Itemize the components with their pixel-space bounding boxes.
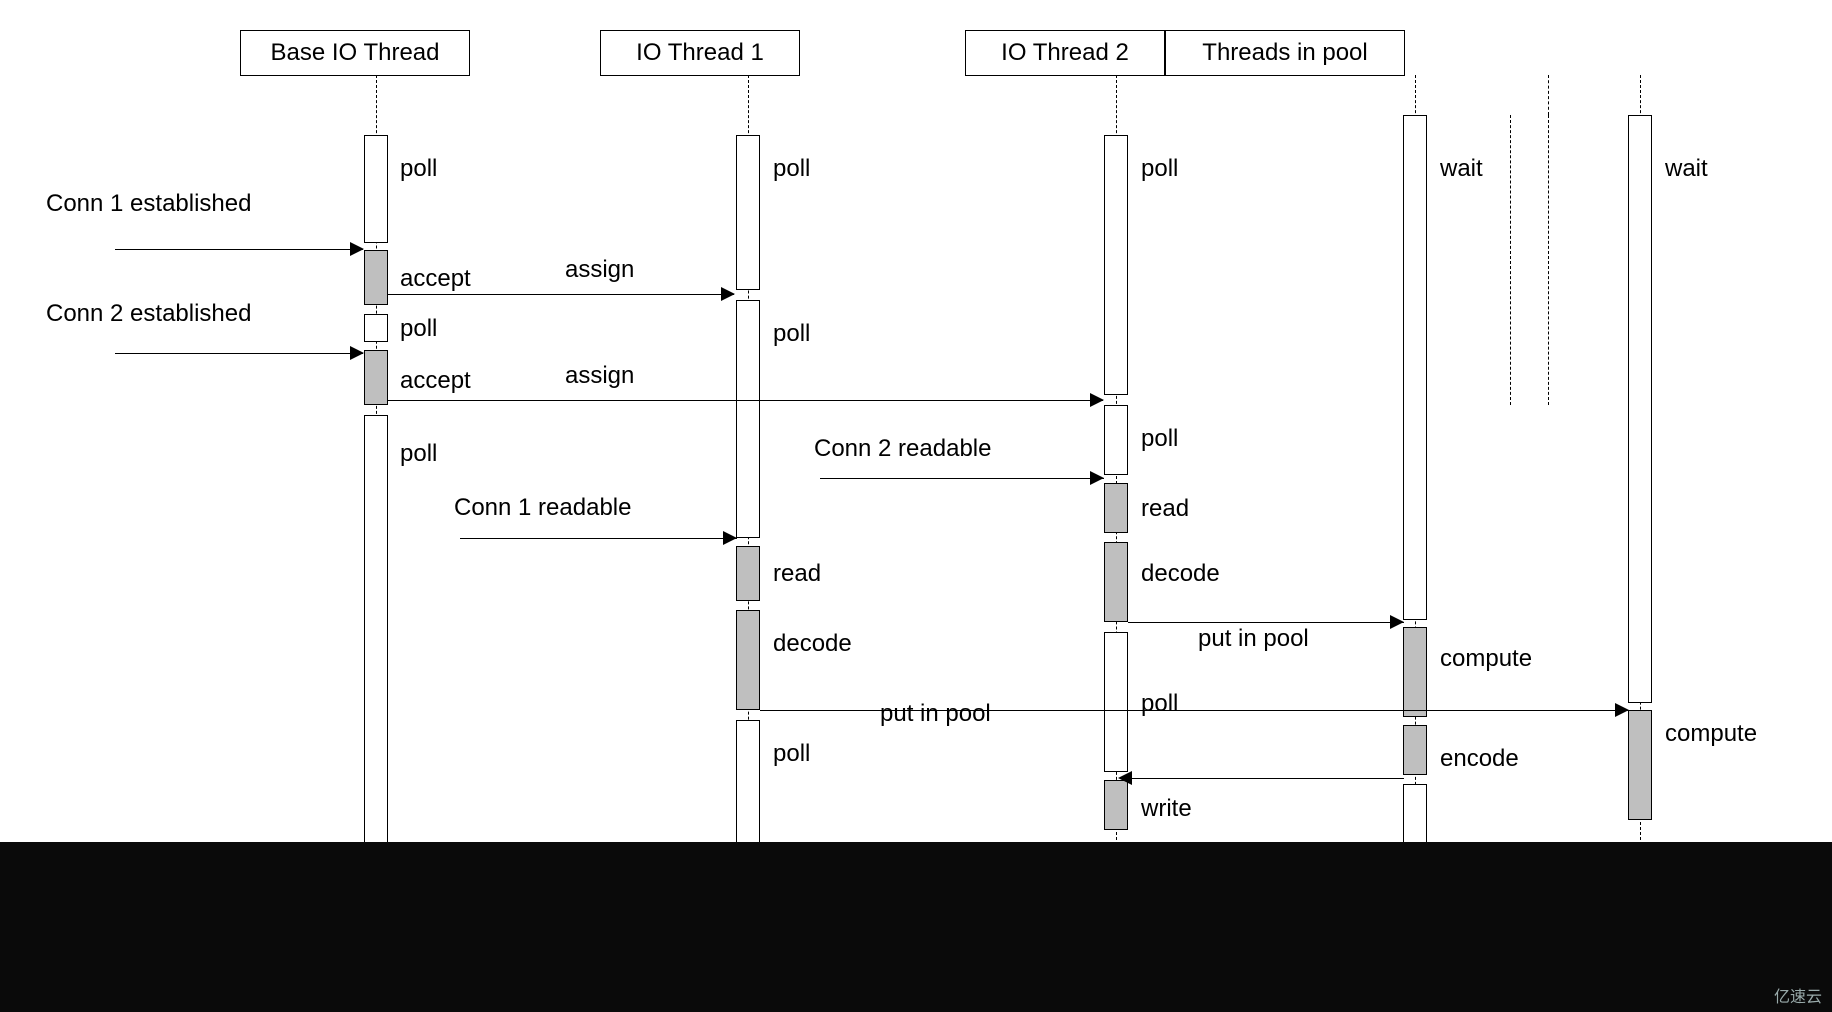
base-poll-3 (364, 415, 388, 845)
participant-io1: IO Thread 1 (600, 30, 800, 76)
io2-write-label: write (1141, 795, 1192, 823)
pool-a-wait-2 (1403, 784, 1427, 844)
base-poll-1 (364, 135, 388, 243)
pool-a-compute (1403, 627, 1427, 717)
base-accept-2 (364, 350, 388, 405)
put-pool-1-arrowhead (1390, 615, 1404, 629)
io2-poll-1 (1104, 135, 1128, 395)
conn1-readable-arrow (460, 538, 737, 539)
participant-pool: Threads in pool (1165, 30, 1405, 76)
io2-poll-2-label: poll (1141, 425, 1178, 453)
io2-poll-3 (1104, 632, 1128, 772)
conn2-est-label: Conn 2 established (46, 300, 251, 328)
put-pool-2-arrowhead (1615, 703, 1629, 717)
conn2-est-arrowhead (350, 346, 364, 360)
io2-poll-1-label: poll (1141, 155, 1178, 183)
put-pool-2-label: put in pool (880, 700, 991, 728)
sequence-diagram: Base IO Thread IO Thread 1 IO Thread 2 T… (0, 0, 1832, 1012)
participant-io2: IO Thread 2 (965, 30, 1165, 76)
assign1-arrowhead (721, 287, 735, 301)
assign2-arrow (388, 400, 1103, 401)
assign1-label: assign (565, 256, 634, 284)
io2-poll-3-label: poll (1141, 690, 1178, 718)
pool-c-compute (1628, 710, 1652, 820)
io2-decode (1104, 542, 1128, 622)
put-pool-2-arrow (760, 710, 1630, 711)
pool-c-wait-label: wait (1665, 155, 1708, 183)
footer-band (0, 842, 1832, 1012)
conn2-readable-arrowhead (1090, 471, 1104, 485)
return-arrowhead (1118, 771, 1132, 785)
io2-write (1104, 780, 1128, 830)
assign2-arrowhead (1090, 393, 1104, 407)
put-pool-1-arrow (1128, 622, 1404, 623)
io1-poll-3-label: poll (773, 740, 810, 768)
base-accept-1-label: accept (400, 265, 471, 293)
pool-a-wait-label: wait (1440, 155, 1483, 183)
put-pool-1-label: put in pool (1198, 625, 1309, 653)
base-accept-1 (364, 250, 388, 305)
io1-poll-2 (736, 300, 760, 538)
io2-poll-2 (1104, 405, 1128, 475)
assign2-label: assign (565, 362, 634, 390)
conn1-readable-label: Conn 1 readable (454, 494, 631, 522)
pool-c-compute-label: compute (1665, 720, 1757, 748)
io1-read-label: read (773, 560, 821, 588)
pool-c-wait (1628, 115, 1652, 703)
base-poll-3-label: poll (400, 440, 437, 468)
pool-a-encode (1403, 725, 1427, 775)
conn1-est-arrow (115, 249, 363, 250)
conn1-readable-arrowhead (723, 531, 737, 545)
io2-read-label: read (1141, 495, 1189, 523)
base-poll-1-label: poll (400, 155, 437, 183)
lifeline-pool-b2 (1548, 75, 1549, 115)
assign1-arrow (388, 294, 734, 295)
io1-poll-3 (736, 720, 760, 845)
watermark: 亿速云 (1774, 983, 1822, 1007)
pool-a-wait (1403, 115, 1427, 620)
conn1-est-arrowhead (350, 242, 364, 256)
io1-decode (736, 610, 760, 710)
io1-poll-1-label: poll (773, 155, 810, 183)
lifeline-pool-d1 (1510, 115, 1511, 405)
conn2-readable-label: Conn 2 readable (814, 435, 991, 463)
lifeline-pool-d2 (1548, 115, 1549, 405)
io1-read (736, 546, 760, 601)
conn1-est-label: Conn 1 established (46, 190, 251, 218)
participant-base-io: Base IO Thread (240, 30, 470, 76)
io2-read (1104, 483, 1128, 533)
io2-decode-label: decode (1141, 560, 1220, 588)
io1-poll-1 (736, 135, 760, 290)
conn2-est-arrow (115, 353, 363, 354)
io1-poll-2-label: poll (773, 320, 810, 348)
return-arrow (1128, 778, 1404, 779)
pool-a-compute-label: compute (1440, 645, 1532, 673)
conn2-readable-arrow (820, 478, 1104, 479)
base-poll-2-label: poll (400, 315, 437, 343)
base-accept-2-label: accept (400, 367, 471, 395)
pool-a-encode-label: encode (1440, 745, 1519, 773)
io1-decode-label: decode (773, 630, 852, 658)
base-poll-2 (364, 314, 388, 342)
